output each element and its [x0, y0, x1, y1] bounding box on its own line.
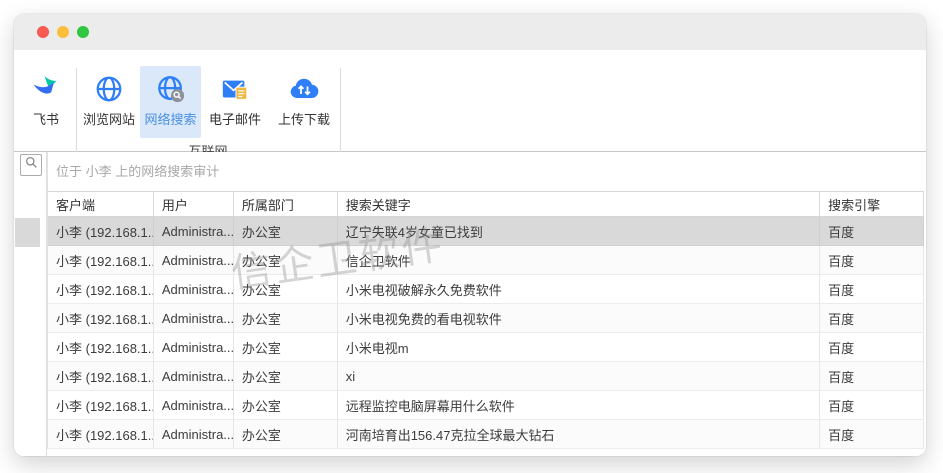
table-cell[interactable]: 辽宁失联4岁女童已找到	[338, 217, 820, 246]
table-cell[interactable]: Administra...	[154, 420, 234, 449]
table-cell[interactable]: 小李 (192.168.1...	[48, 420, 154, 449]
table-cell[interactable]: Administra...	[154, 333, 234, 362]
zoom-button[interactable]	[77, 26, 89, 38]
table-header-row: 客户端用户所属部门搜索关键字搜索引擎	[47, 192, 924, 217]
table-cell[interactable]: 办公室	[234, 275, 338, 304]
table-cell[interactable]: 办公室	[234, 333, 338, 362]
table-row[interactable]: 小李 (192.168.1...Administra...办公室小米电视m百度	[47, 333, 924, 362]
table-cell[interactable]: 办公室	[234, 391, 338, 420]
header-cell[interactable]: 用户	[154, 192, 234, 216]
selected-row-indicator	[15, 218, 40, 247]
table-cell[interactable]: 百度	[820, 362, 924, 391]
audit-content: 位于 小李 上的网络搜索审计 客户端用户所属部门搜索关键字搜索引擎 小李 (19…	[14, 152, 926, 456]
table-cell[interactable]: 百度	[820, 246, 924, 275]
globe-search-icon	[156, 71, 186, 107]
toolbar-button-label: 上传下载	[278, 109, 330, 128]
table-cell[interactable]: 百度	[820, 420, 924, 449]
toolbar-button-label: 电子邮件	[209, 109, 261, 128]
table-cell[interactable]: 信企卫软件	[338, 246, 820, 275]
table-row[interactable]: 小李 (192.168.1...Administra...办公室远程监控电脑屏幕…	[47, 391, 924, 420]
row-indicator-gutter	[14, 152, 47, 456]
grid-search-button[interactable]	[20, 154, 42, 176]
toolbar-button-label: 浏览网站	[83, 109, 135, 128]
table-cell[interactable]: Administra...	[154, 275, 234, 304]
search-audit-table: 位于 小李 上的网络搜索审计 客户端用户所属部门搜索关键字搜索引擎 小李 (19…	[47, 152, 924, 449]
table-cell[interactable]: 小李 (192.168.1...	[48, 246, 154, 275]
table-cell[interactable]: Administra...	[154, 246, 234, 275]
minimize-button[interactable]	[57, 26, 69, 38]
table-cell[interactable]: 小李 (192.168.1...	[48, 217, 154, 246]
table-cell[interactable]: 办公室	[234, 304, 338, 333]
table-cell[interactable]: 小米电视m	[338, 333, 820, 362]
header-cell[interactable]: 所属部门	[234, 192, 338, 216]
toolbar-button-label: 网络搜索	[144, 109, 196, 128]
header-cell[interactable]: 搜索关键字	[338, 192, 820, 216]
toolbar-separator	[340, 68, 341, 153]
toolbar-button-globe[interactable]: 浏览网站	[80, 66, 138, 138]
app-window: 飞书浏览网站网络搜索电子邮件上传下载 互联网 位于 小李 上的网络搜索审计 客户…	[14, 14, 926, 456]
title-bar	[14, 14, 926, 50]
table-caption: 位于 小李 上的网络搜索审计	[47, 152, 924, 192]
table-cell[interactable]: Administra...	[154, 217, 234, 246]
table-cell[interactable]: 百度	[820, 217, 924, 246]
table-cell[interactable]: 河南培育出156.47克拉全球最大钻石	[338, 420, 820, 449]
table-row[interactable]: 小李 (192.168.1...Administra...办公室小米电视破解永久…	[47, 275, 924, 304]
toolbar-button-feishu[interactable]: 飞书	[18, 66, 74, 138]
feishu-icon	[30, 71, 62, 107]
table-cell[interactable]: 小米电视免费的看电视软件	[338, 304, 820, 333]
toolbar-button-label: 飞书	[33, 109, 59, 128]
globe-icon	[94, 71, 124, 107]
table-cell[interactable]: 小李 (192.168.1...	[48, 362, 154, 391]
table-cell[interactable]: 百度	[820, 391, 924, 420]
table-row[interactable]: 小李 (192.168.1...Administra...办公室辽宁失联4岁女童…	[47, 217, 924, 246]
table-cell[interactable]: 百度	[820, 275, 924, 304]
close-button[interactable]	[37, 26, 49, 38]
table-cell[interactable]: 小李 (192.168.1...	[48, 391, 154, 420]
table-cell[interactable]: 办公室	[234, 362, 338, 391]
cloud-updown-icon	[288, 71, 320, 107]
toolbar-button-mail[interactable]: 电子邮件	[205, 66, 265, 138]
table-cell[interactable]: Administra...	[154, 391, 234, 420]
table-cell[interactable]: Administra...	[154, 362, 234, 391]
table-cell[interactable]: Administra...	[154, 304, 234, 333]
table-cell[interactable]: 小米电视破解永久免费软件	[338, 275, 820, 304]
table-cell[interactable]: 办公室	[234, 246, 338, 275]
table-cell[interactable]: 办公室	[234, 420, 338, 449]
toolbar-button-cloud-updown[interactable]: 上传下载	[272, 66, 336, 138]
toolbar-button-globe-search[interactable]: 网络搜索	[140, 66, 201, 138]
toolbar-ribbon: 飞书浏览网站网络搜索电子邮件上传下载 互联网	[14, 50, 926, 152]
table-cell[interactable]: 百度	[820, 333, 924, 362]
table-row[interactable]: 小李 (192.168.1...Administra...办公室信企卫软件百度	[47, 246, 924, 275]
table-cell[interactable]: 小李 (192.168.1...	[48, 304, 154, 333]
table-row[interactable]: 小李 (192.168.1...Administra...办公室小米电视免费的看…	[47, 304, 924, 333]
table-cell[interactable]: 远程监控电脑屏幕用什么软件	[338, 391, 820, 420]
table-cell[interactable]: 小李 (192.168.1...	[48, 333, 154, 362]
table-cell[interactable]: 小李 (192.168.1...	[48, 275, 154, 304]
table-row[interactable]: 小李 (192.168.1...Administra...办公室xi百度	[47, 362, 924, 391]
header-cell[interactable]: 客户端	[48, 192, 154, 216]
table-row[interactable]: 小李 (192.168.1...Administra...办公室河南培育出156…	[47, 420, 924, 449]
mail-icon	[220, 71, 250, 107]
search-icon	[25, 156, 38, 174]
header-cell[interactable]: 搜索引擎	[820, 192, 924, 216]
table-cell[interactable]: 百度	[820, 304, 924, 333]
table-cell[interactable]: xi	[338, 362, 820, 391]
table-cell[interactable]: 办公室	[234, 217, 338, 246]
